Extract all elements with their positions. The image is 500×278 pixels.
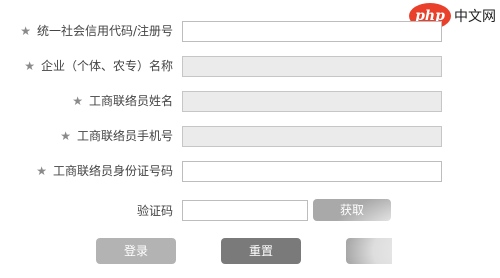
required-star-icon: ★ xyxy=(24,59,35,73)
captcha-input[interactable] xyxy=(182,200,308,221)
label-contact-phone: ★ 工商联络员手机号 xyxy=(60,129,173,143)
label-contact-name: ★ 工商联络员姓名 xyxy=(72,94,173,108)
reset-button[interactable]: 重置 xyxy=(221,238,301,264)
extra-button[interactable] xyxy=(346,238,392,264)
contact-phone-input[interactable] xyxy=(182,126,442,147)
login-button[interactable]: 登录 xyxy=(96,238,176,264)
watermark-site-text: 中文网 xyxy=(454,9,496,25)
company-name-input[interactable] xyxy=(182,56,442,77)
label-credit-code: ★ 统一社会信用代码/注册号 xyxy=(20,24,173,38)
label-contact-id: ★ 工商联络员身份证号码 xyxy=(36,164,173,178)
label-captcha: 验证码 xyxy=(136,204,173,218)
required-star-icon: ★ xyxy=(20,24,31,38)
credit-code-input[interactable] xyxy=(182,21,442,42)
contact-id-input[interactable] xyxy=(182,161,442,182)
required-star-icon: ★ xyxy=(60,129,71,143)
contact-name-input[interactable] xyxy=(182,91,442,112)
required-star-icon: ★ xyxy=(36,164,47,178)
get-captcha-button[interactable]: 获取 xyxy=(313,199,391,221)
label-company-name: ★ 企业（个体、农专）名称 xyxy=(24,59,173,73)
required-star-icon: ★ xyxy=(72,94,83,108)
